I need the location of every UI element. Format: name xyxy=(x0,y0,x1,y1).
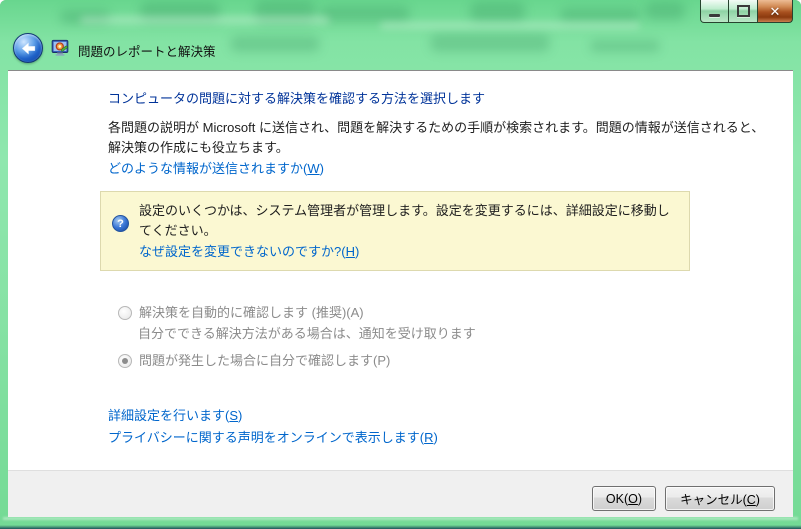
frame-bottom-edge xyxy=(0,525,801,529)
frame-bottom-shine xyxy=(3,517,798,520)
maximize-icon xyxy=(736,5,750,17)
help-icon: ? xyxy=(112,215,129,232)
access-key: S xyxy=(229,408,239,423)
option-label: 解決策を自動的に確認します (推奨)(A) xyxy=(139,305,364,320)
window-controls: ✕ xyxy=(700,0,793,23)
link-text: なぜ設定を変更できないのですか?( xyxy=(139,244,346,259)
option-label: 問題が発生した場合に自分で確認します(P) xyxy=(139,353,391,368)
access-key: W xyxy=(307,161,320,176)
glass-highlight-streak xyxy=(380,22,640,29)
link-text: プライバシーに関する声明をオンラインで表示します( xyxy=(108,430,425,445)
glass-blur-blob xyxy=(470,2,525,22)
dialog-body: コンピュータの問題に対する解決策を確認する方法を選択します 各問題の説明が Mi… xyxy=(8,70,793,470)
app-icon xyxy=(51,39,69,56)
ok-button[interactable]: OK(O) xyxy=(592,486,656,511)
link-text: ) xyxy=(354,244,360,259)
link-text: 詳細設定を行います( xyxy=(108,408,230,423)
access-key: H xyxy=(345,244,355,259)
glass-highlight-streak xyxy=(80,16,330,24)
link-text: ) xyxy=(433,430,438,445)
back-button[interactable] xyxy=(13,33,43,63)
radio-option-auto-check[interactable]: 解決策を自動的に確認します (推奨)(A) xyxy=(118,304,765,322)
what-info-is-sent-link[interactable]: どのような情報が送信されますか(W) xyxy=(108,160,765,178)
minimize-button[interactable] xyxy=(700,0,729,23)
link-text: ) xyxy=(238,408,243,423)
link-text: どのような情報が送信されますか( xyxy=(108,161,308,176)
problem-reports-and-solutions-window: ✕ 問題のレポートと解決策 コンピュータの問題に対する解決策を確認する方法を選択… xyxy=(0,0,801,529)
why-cant-change-settings-link[interactable]: なぜ設定を変更できないのですか?(H) xyxy=(139,242,359,262)
privacy-statement-link[interactable]: プライバシーに関する声明をオンラインで表示します(R) xyxy=(108,429,765,447)
page-title: コンピュータの問題に対する解決策を確認する方法を選択します xyxy=(108,91,486,106)
glass-blur-blob xyxy=(320,6,410,22)
radio-button-icon xyxy=(118,306,132,320)
navigation-header: 問題のレポートと解決策 xyxy=(0,30,801,70)
dialog-footer: OK(O) キャンセル(C) xyxy=(8,470,793,517)
glass-blur-blob xyxy=(645,2,685,20)
description-text: 各問題の説明が Microsoft に送信され、問題を解決するための手順が検索さ… xyxy=(108,120,765,155)
glass-blur-blob xyxy=(560,8,640,22)
help-glyph: ? xyxy=(117,217,124,230)
admin-notice-box: ? 設定のいくつかは、システム管理者が管理します。設定を変更するには、詳細設定に… xyxy=(100,191,690,271)
close-button[interactable]: ✕ xyxy=(758,0,793,23)
window-title: 問題のレポートと解決策 xyxy=(78,45,216,59)
advanced-settings-link[interactable]: 詳細設定を行います(S) xyxy=(108,407,765,425)
maximize-button[interactable] xyxy=(729,0,758,23)
solution-check-options: 解決策を自動的に確認します (推奨)(A) 自分でできる解決方法がある場合は、通… xyxy=(118,304,765,370)
radio-option-manual-check[interactable]: 問題が発生した場合に自分で確認します(P) xyxy=(118,352,765,370)
back-arrow-icon xyxy=(21,41,35,55)
close-icon: ✕ xyxy=(769,3,781,19)
minimize-icon xyxy=(709,13,720,17)
link-text: ) xyxy=(319,161,324,176)
radio-option-description: 自分でできる解決方法がある場合は、通知を受け取ります xyxy=(138,326,476,341)
cancel-button[interactable]: キャンセル(C) xyxy=(665,486,775,511)
radio-button-icon xyxy=(118,354,132,368)
admin-notice-text: 設定のいくつかは、システム管理者が管理します。設定を変更するには、詳細設定に移動… xyxy=(139,203,670,238)
